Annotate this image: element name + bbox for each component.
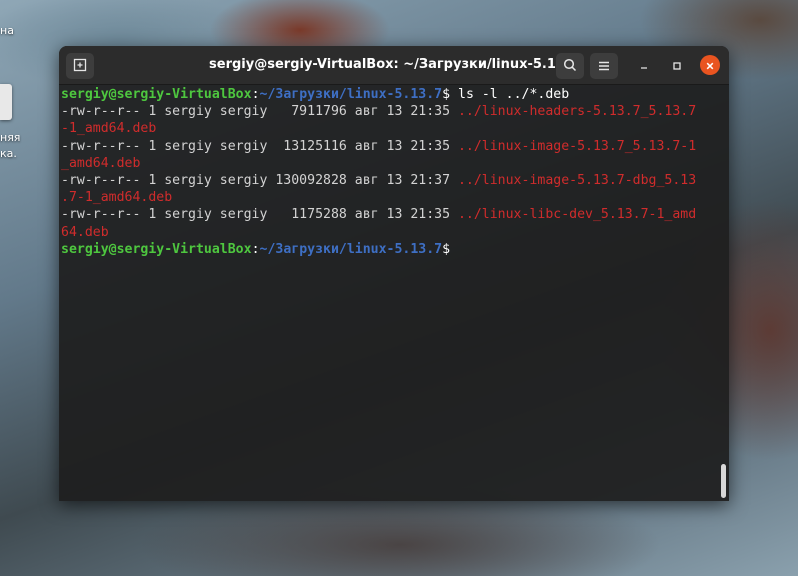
prompt-symbol: $ — [442, 87, 451, 102]
command-text: ls -l ../*.deb — [450, 87, 570, 102]
search-icon — [563, 57, 577, 76]
file-name: ../linux-libc-dev_5.13.7-1_amd — [457, 207, 697, 223]
search-button[interactable] — [556, 53, 584, 79]
desktop-label-3: ка. — [0, 147, 17, 160]
file-line: -rw-r--r-- 1 sergiy sergiy 7911796 авг 1… — [61, 103, 727, 120]
file-meta: -rw-r--r-- 1 sergiy sergiy 13125116 авг … — [61, 138, 458, 154]
file-name-wrap: _amd64.deb — [61, 155, 141, 171]
prompt-path: ~/Загрузки/linux-5.13.7 — [259, 87, 443, 102]
maximize-icon — [672, 56, 682, 75]
desktop-label-1: на — [0, 24, 14, 37]
file-name-wrap: 64.deb — [61, 224, 109, 240]
hamburger-menu-icon — [598, 57, 610, 76]
terminal-output[interactable]: sergiy@sergiy-VirtualBox:~/Загрузки/linu… — [59, 85, 729, 259]
scrollbar-thumb[interactable] — [721, 464, 726, 498]
desktop-icon[interactable] — [0, 84, 12, 120]
prompt-symbol: $ — [442, 241, 451, 257]
command-line: sergiy@sergiy-VirtualBox:~/Загрузки/linu… — [61, 86, 727, 103]
prompt-separator: : — [251, 241, 260, 257]
window-title: sergiy@sergiy-VirtualBox: ~/Загрузки/lin… — [209, 57, 579, 72]
file-meta: -rw-r--r-- 1 sergiy sergiy 7911796 авг 1… — [61, 104, 458, 120]
close-button[interactable] — [700, 55, 720, 75]
prompt-path: ~/Загрузки/linux-5.13.7 — [259, 241, 443, 257]
file-name: ../linux-image-5.13.7_5.13.7-1 — [457, 138, 697, 154]
file-line: -rw-r--r-- 1 sergiy sergiy 1175288 авг 1… — [61, 206, 727, 223]
prompt-separator: : — [251, 87, 260, 102]
file-name-wrap: .7-1_amd64.deb — [61, 190, 173, 206]
terminal-window[interactable]: sergiy@sergiy-VirtualBox: ~/Загрузки/lin… — [59, 46, 729, 501]
menu-button[interactable] — [590, 53, 618, 79]
minimize-icon — [639, 56, 649, 75]
desktop-label-2: няя — [0, 131, 21, 144]
prompt-user-host: sergiy@sergiy-VirtualBox — [61, 87, 252, 102]
file-line: -rw-r--r-- 1 sergiy sergiy 130092828 авг… — [61, 172, 727, 189]
file-line: -rw-r--r-- 1 sergiy sergiy 13125116 авг … — [61, 138, 727, 155]
title-bar[interactable]: sergiy@sergiy-VirtualBox: ~/Загрузки/lin… — [59, 46, 729, 85]
file-name: ../linux-headers-5.13.7_5.13.7 — [457, 104, 697, 120]
prompt-line: sergiy@sergiy-VirtualBox:~/Загрузки/linu… — [61, 241, 727, 258]
maximize-button[interactable] — [667, 55, 687, 75]
file-name: ../linux-image-5.13.7-dbg_5.13 — [457, 173, 697, 189]
file-meta: -rw-r--r-- 1 sergiy sergiy 1175288 авг 1… — [61, 207, 458, 223]
minimize-button[interactable] — [634, 55, 654, 75]
close-icon — [705, 56, 715, 75]
file-meta: -rw-r--r-- 1 sergiy sergiy 130092828 авг… — [61, 173, 458, 189]
prompt-user-host: sergiy@sergiy-VirtualBox — [61, 241, 252, 257]
file-name-wrap: -1_amd64.deb — [61, 121, 157, 137]
